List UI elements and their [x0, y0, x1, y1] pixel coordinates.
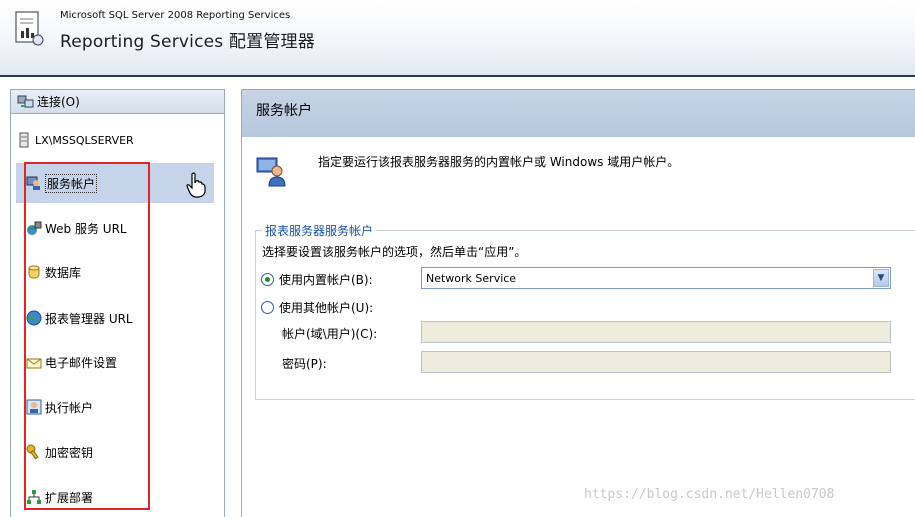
nav-label: 扩展部署: [45, 490, 94, 505]
builtin-account-label: 使用内置帐户(B):: [279, 273, 373, 287]
server-node[interactable]: LX\MSSQLSERVER: [19, 132, 134, 148]
globe-icon: [26, 310, 42, 326]
account-input[interactable]: [421, 321, 891, 343]
key-icon: [26, 444, 39, 460]
nav-label: 执行帐户: [45, 400, 94, 415]
page-title: 服务帐户: [242, 90, 915, 137]
page-title-text: 服务帐户: [256, 103, 312, 119]
nav-label: 数据库: [45, 265, 82, 280]
radio-checked-icon: [261, 273, 274, 286]
nav-item-email-settings[interactable]: 电子邮件设置: [16, 342, 214, 382]
page-description: 指定要运行该报表服务器服务的内置帐户或 Windows 域用户帐户。: [318, 155, 680, 169]
product-subtitle: Microsoft SQL Server 2008 Reporting Serv…: [60, 10, 291, 21]
password-field-label: 密码(P):: [282, 357, 327, 371]
scale-out-icon: [27, 490, 41, 504]
nav-item-database[interactable]: 数据库: [16, 252, 214, 292]
other-account-label: 使用其他帐户(U):: [279, 301, 374, 315]
nav-item-web-service-url[interactable]: Web 服务 URL: [16, 208, 214, 248]
main-content: 服务帐户 指定要运行该报表服务器服务的内置帐户或 Windows 域用户帐户。 …: [241, 89, 915, 517]
builtin-account-value: Network Service: [426, 272, 517, 285]
builtin-account-select[interactable]: Network Service ▼: [421, 267, 891, 289]
service-account-icon: [26, 176, 40, 190]
nav-item-execution-account[interactable]: 执行帐户: [16, 387, 214, 427]
execution-account-icon: [26, 399, 42, 415]
nav-item-scale-out-deployment[interactable]: 扩展部署: [16, 477, 214, 517]
nav-label: 报表管理器 URL: [45, 311, 133, 326]
account-field-label: 帐户(域\用户)(C):: [282, 327, 378, 341]
chevron-down-icon[interactable]: ▼: [873, 269, 889, 287]
app-header: Microsoft SQL Server 2008 Reporting Serv…: [0, 0, 915, 77]
nav-item-service-account[interactable]: 服务帐户: [16, 163, 214, 203]
nav-label: 服务帐户: [45, 173, 98, 193]
service-account-group: 报表服务器服务帐户 选择要设置该服务帐户的选项，然后单击“应用”。 使用内置帐户…: [255, 222, 915, 400]
nav-label: 电子邮件设置: [45, 355, 118, 370]
hand-cursor-icon: [186, 172, 206, 198]
radio-unchecked-icon: [261, 301, 274, 314]
server-icon: [19, 132, 29, 148]
email-icon: [26, 358, 42, 369]
report-app-icon: [15, 11, 44, 46]
service-account-icon: [256, 157, 286, 187]
other-account-radio[interactable]: 使用其他帐户(U):: [261, 299, 373, 316]
web-service-icon: [27, 221, 42, 235]
app-title: Reporting Services 配置管理器: [60, 32, 315, 52]
password-input[interactable]: [421, 351, 891, 373]
nav-item-report-manager-url[interactable]: 报表管理器 URL: [16, 298, 214, 338]
connect-label: 连接(O): [37, 95, 80, 109]
nav-item-encryption-keys[interactable]: 加密密钥: [16, 432, 214, 472]
nav-label: Web 服务 URL: [45, 221, 127, 236]
group-title: 报表服务器服务帐户: [262, 222, 377, 239]
builtin-account-radio[interactable]: 使用内置帐户(B):: [261, 271, 373, 288]
database-icon: [28, 265, 40, 279]
nav-label: 加密密钥: [45, 445, 94, 460]
connect-button[interactable]: 连接(O): [11, 90, 224, 114]
group-hint: 选择要设置该服务帐户的选项，然后单击“应用”。: [262, 245, 527, 259]
server-name: LX\MSSQLSERVER: [35, 133, 134, 147]
watermark: https://blog.csdn.net/Hellen0708: [584, 487, 835, 502]
connect-icon: [17, 95, 34, 107]
